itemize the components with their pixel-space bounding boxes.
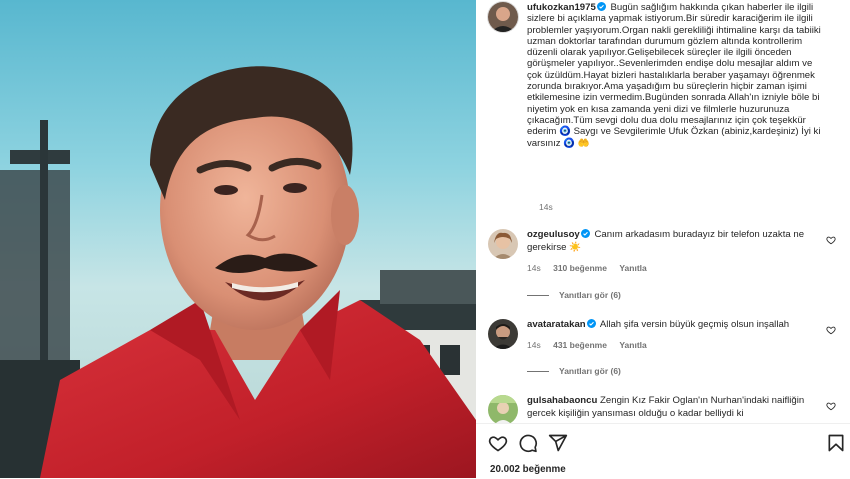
comment-time[interactable]: 14s [527, 263, 541, 273]
comment-icon[interactable] [518, 433, 538, 453]
post-image [0, 0, 476, 478]
view-replies-label: Yanıtları gör (6) [559, 366, 621, 376]
comment-meta: 14s 310 beğenme Yanıtla [527, 263, 647, 273]
comment-like-icon[interactable] [826, 325, 836, 335]
bookmark-icon[interactable] [826, 433, 846, 453]
comment-likes[interactable]: 310 beğenme [553, 263, 607, 273]
comment-like-icon[interactable] [826, 235, 836, 245]
comment-text-block: gulsahabaoncu Zengin Kız Fakir Oglan'ın … [527, 395, 817, 420]
author-username[interactable]: ufukozkan1975 [527, 2, 596, 13]
like-icon[interactable] [488, 433, 508, 453]
comment-username[interactable]: gulsahabaoncu [527, 395, 597, 406]
comment-likes[interactable]: 431 beğenme [553, 340, 607, 350]
replies-line [527, 295, 549, 297]
replies-line [527, 371, 549, 373]
caption-body: Bugün sağlığım hakkında çıkan haberler i… [527, 2, 824, 149]
comment-like-icon[interactable] [826, 401, 836, 411]
view-replies-label: Yanıtları gör (6) [559, 290, 621, 300]
comment-username[interactable]: ozgeulusoy [527, 229, 580, 240]
post-details-panel: ufukozkan1975 Bugün sağlığım hakkında çı… [476, 0, 850, 479]
verified-icon [580, 229, 590, 238]
caption-time[interactable]: 14s [539, 202, 553, 212]
commenter-avatar[interactable] [488, 229, 518, 259]
verified-icon [596, 2, 606, 11]
comment-text-block: avataratakan Allah şifa versin büyük geç… [527, 319, 817, 332]
commenter-avatar[interactable] [488, 319, 518, 349]
view-replies-button[interactable]: Yanıtları gör (6) [527, 290, 621, 300]
reply-button[interactable]: Yanıtla [619, 263, 646, 273]
like-count[interactable]: 20.002 beğenme [490, 464, 566, 475]
verified-icon [586, 319, 596, 328]
reply-button[interactable]: Yanıtla [619, 340, 646, 350]
caption-text: ufukozkan1975 Bugün sağlığım hakkında çı… [527, 2, 827, 149]
comment-text: Allah şifa versin büyük geçmiş olsun inş… [599, 319, 790, 330]
view-replies-button[interactable]: Yanıtları gör (6) [527, 366, 621, 376]
comment-item: gulsahabaoncu Zengin Kız Fakir Oglan'ın … [488, 395, 838, 423]
comment-time[interactable]: 14s [527, 340, 541, 350]
post-action-bar: 20.002 beğenme [476, 423, 850, 479]
share-icon[interactable] [548, 433, 568, 453]
author-avatar[interactable] [488, 2, 518, 32]
comment-text-block: ozgeulusoy Canım arkadasım buradayız bir… [527, 229, 817, 254]
comment-meta: 14s 431 beğenme Yanıtla [527, 340, 647, 350]
post-media [0, 0, 476, 478]
commenter-avatar[interactable] [488, 395, 518, 423]
comment-username[interactable]: avataratakan [527, 319, 586, 330]
